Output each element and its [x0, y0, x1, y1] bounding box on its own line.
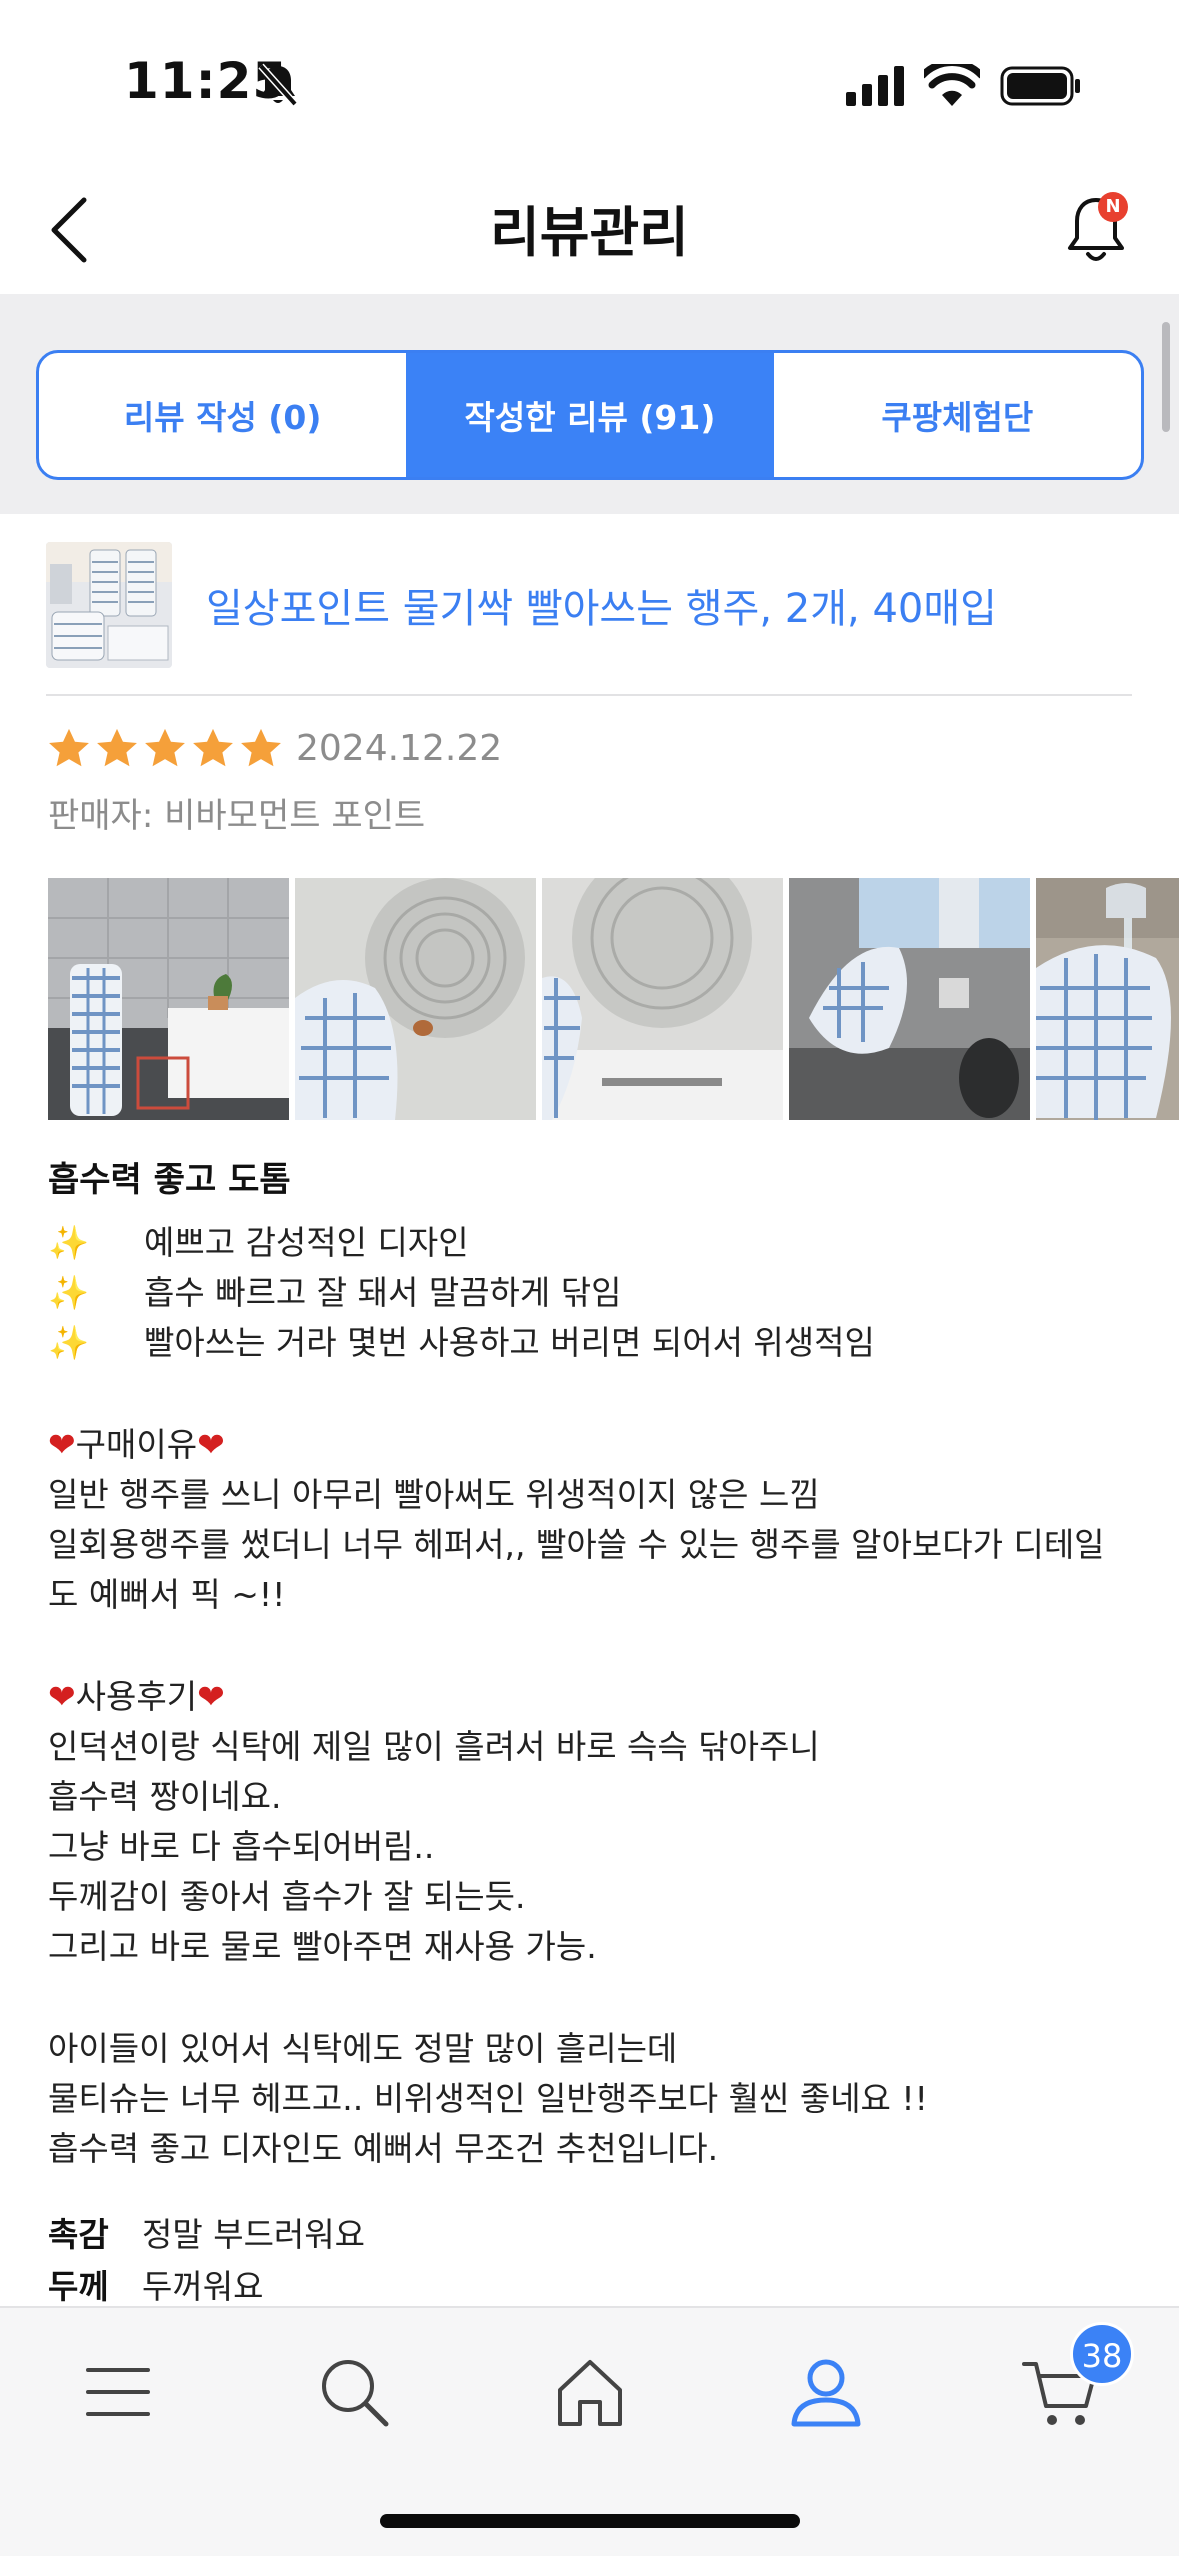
- review-photos: [48, 878, 1179, 1120]
- tab-coupang-trial[interactable]: 쿠팡체험단: [774, 353, 1141, 477]
- notification-badge: N: [1098, 192, 1128, 222]
- attribute-value: 두꺼워요: [142, 2267, 264, 2306]
- reason-heading: ❤구매이유❤: [48, 1425, 225, 1464]
- review-text-line: 일반 행주를 쓰니 아무리 빨아써도 위생적이지 않은 느낌: [48, 1475, 820, 1514]
- bell-off-icon: [258, 63, 298, 107]
- star-icon: [49, 728, 89, 767]
- review-headline: 흡수력 좋고 도톰: [48, 1160, 291, 1200]
- tab-written-reviews[interactable]: 작성한 리뷰 (91): [406, 353, 774, 477]
- product-thumbnail[interactable]: [46, 542, 172, 668]
- product-name-link[interactable]: 일상포인트 물기싹 빨아쓰는 행주, 2개, 40매입: [206, 576, 997, 634]
- review-text-line: 두께감이 좋아서 흡수가 잘 되는듯.: [48, 1877, 526, 1916]
- tabs-band: 리뷰 작성 (0) 작성한 리뷰 (91) 쿠팡체험단: [0, 294, 1179, 514]
- heart-icon: ❤: [197, 1425, 225, 1464]
- review-photo[interactable]: [789, 878, 1030, 1120]
- sparkle-line: ✨ 흡수 빠르고 잘 돼서 말끔하게 닦임: [48, 1273, 622, 1312]
- star-icon: [97, 728, 137, 767]
- sparkle-line: ✨ 예쁘고 감성적인 디자인: [48, 1223, 469, 1262]
- attribute-key: 촉감: [48, 2215, 109, 2254]
- review-text-line: 흡수력 짱이네요.: [48, 1777, 282, 1816]
- tab-write-review[interactable]: 리뷰 작성 (0): [39, 353, 406, 477]
- attribute-key: 두께: [48, 2267, 109, 2306]
- review-photo[interactable]: [48, 878, 289, 1120]
- usage-heading: ❤사용후기❤: [48, 1677, 225, 1716]
- search-icon[interactable]: [314, 2352, 394, 2432]
- review-text-line: 인덕션이랑 식탁에 제일 많이 흘려서 바로 슥슥 닦아주니: [48, 1727, 820, 1766]
- star-icon: [193, 728, 233, 767]
- review-text-line: 흡수력 좋고 디자인도 예뻐서 무조건 추천입니다.: [48, 2129, 719, 2168]
- product-row[interactable]: 일상포인트 물기싹 빨아쓰는 행주, 2개, 40매입: [46, 542, 1132, 696]
- seller-name: 비바모먼트 포인트: [164, 796, 426, 836]
- review-tabs: 리뷰 작성 (0) 작성한 리뷰 (91) 쿠팡체험단: [36, 350, 1144, 480]
- home-icon[interactable]: [550, 2352, 630, 2432]
- heart-icon: ❤: [48, 1677, 76, 1716]
- sparkle-line: ✨ 빨아쓰는 거라 몇번 사용하고 버리면 되어서 위생적임: [48, 1323, 875, 1362]
- sparkle-icon: ✨: [48, 1323, 90, 1362]
- review-text-line: 그냥 바로 다 흡수되어버림..: [48, 1827, 435, 1866]
- review-date: 2024.12.22: [296, 728, 503, 769]
- attribute-row: 두께 두꺼워요: [48, 2260, 263, 2308]
- star-icon: [241, 728, 281, 767]
- app-header: 리뷰관리 N: [0, 160, 1179, 294]
- wifi-icon: [924, 64, 980, 106]
- star-icon: [145, 728, 185, 767]
- review-text-line: 그리고 바로 물로 빨아주면 재사용 가능.: [48, 1927, 597, 1966]
- review-photo[interactable]: [295, 878, 536, 1120]
- battery-icon: [1000, 66, 1080, 106]
- attribute-value: 정말 부드러워요: [142, 2215, 366, 2254]
- sparkle-icon: ✨: [48, 1223, 90, 1262]
- star-rating: [46, 726, 284, 772]
- review-management-screen: 11:25 리뷰관리 N 리뷰 작성 (0) 작성한 리뷰 (91) 쿠팡체험단…: [0, 0, 1179, 2556]
- review-text-line: 일회용행주를 썼더니 너무 헤퍼서,, 빨아쓸 수 있는 행주를 알아보다가 디…: [48, 1525, 1105, 1564]
- status-bar: 11:25: [0, 0, 1179, 160]
- attribute-row: 촉감 정말 부드러워요: [48, 2208, 365, 2256]
- review-photo[interactable]: [542, 878, 783, 1120]
- seller-info: 판매자: 비바모먼트 포인트: [48, 788, 425, 837]
- seller-label: 판매자:: [48, 796, 154, 836]
- review-text-line: 도 예뻐서 픽 ~!!: [48, 1575, 286, 1614]
- scrollbar[interactable]: [1162, 322, 1170, 432]
- review-photo[interactable]: [1036, 878, 1179, 1120]
- sparkle-icon: ✨: [48, 1273, 90, 1312]
- page-title: 리뷰관리: [490, 201, 689, 264]
- review-text-line: 물티슈는 너무 헤프고.. 비위생적인 일반행주보다 훨씬 좋네요 !!: [48, 2079, 928, 2118]
- home-indicator[interactable]: [380, 2514, 800, 2528]
- cart-count-badge: 38: [1070, 2322, 1134, 2386]
- review-text-line: 아이들이 있어서 식탁에도 정말 많이 흘리는데: [48, 2029, 678, 2068]
- heart-icon: ❤: [197, 1677, 225, 1716]
- heart-icon: ❤: [48, 1425, 76, 1464]
- menu-icon[interactable]: [78, 2352, 158, 2432]
- profile-icon[interactable]: [786, 2352, 866, 2432]
- cellular-signal-icon: [846, 66, 904, 106]
